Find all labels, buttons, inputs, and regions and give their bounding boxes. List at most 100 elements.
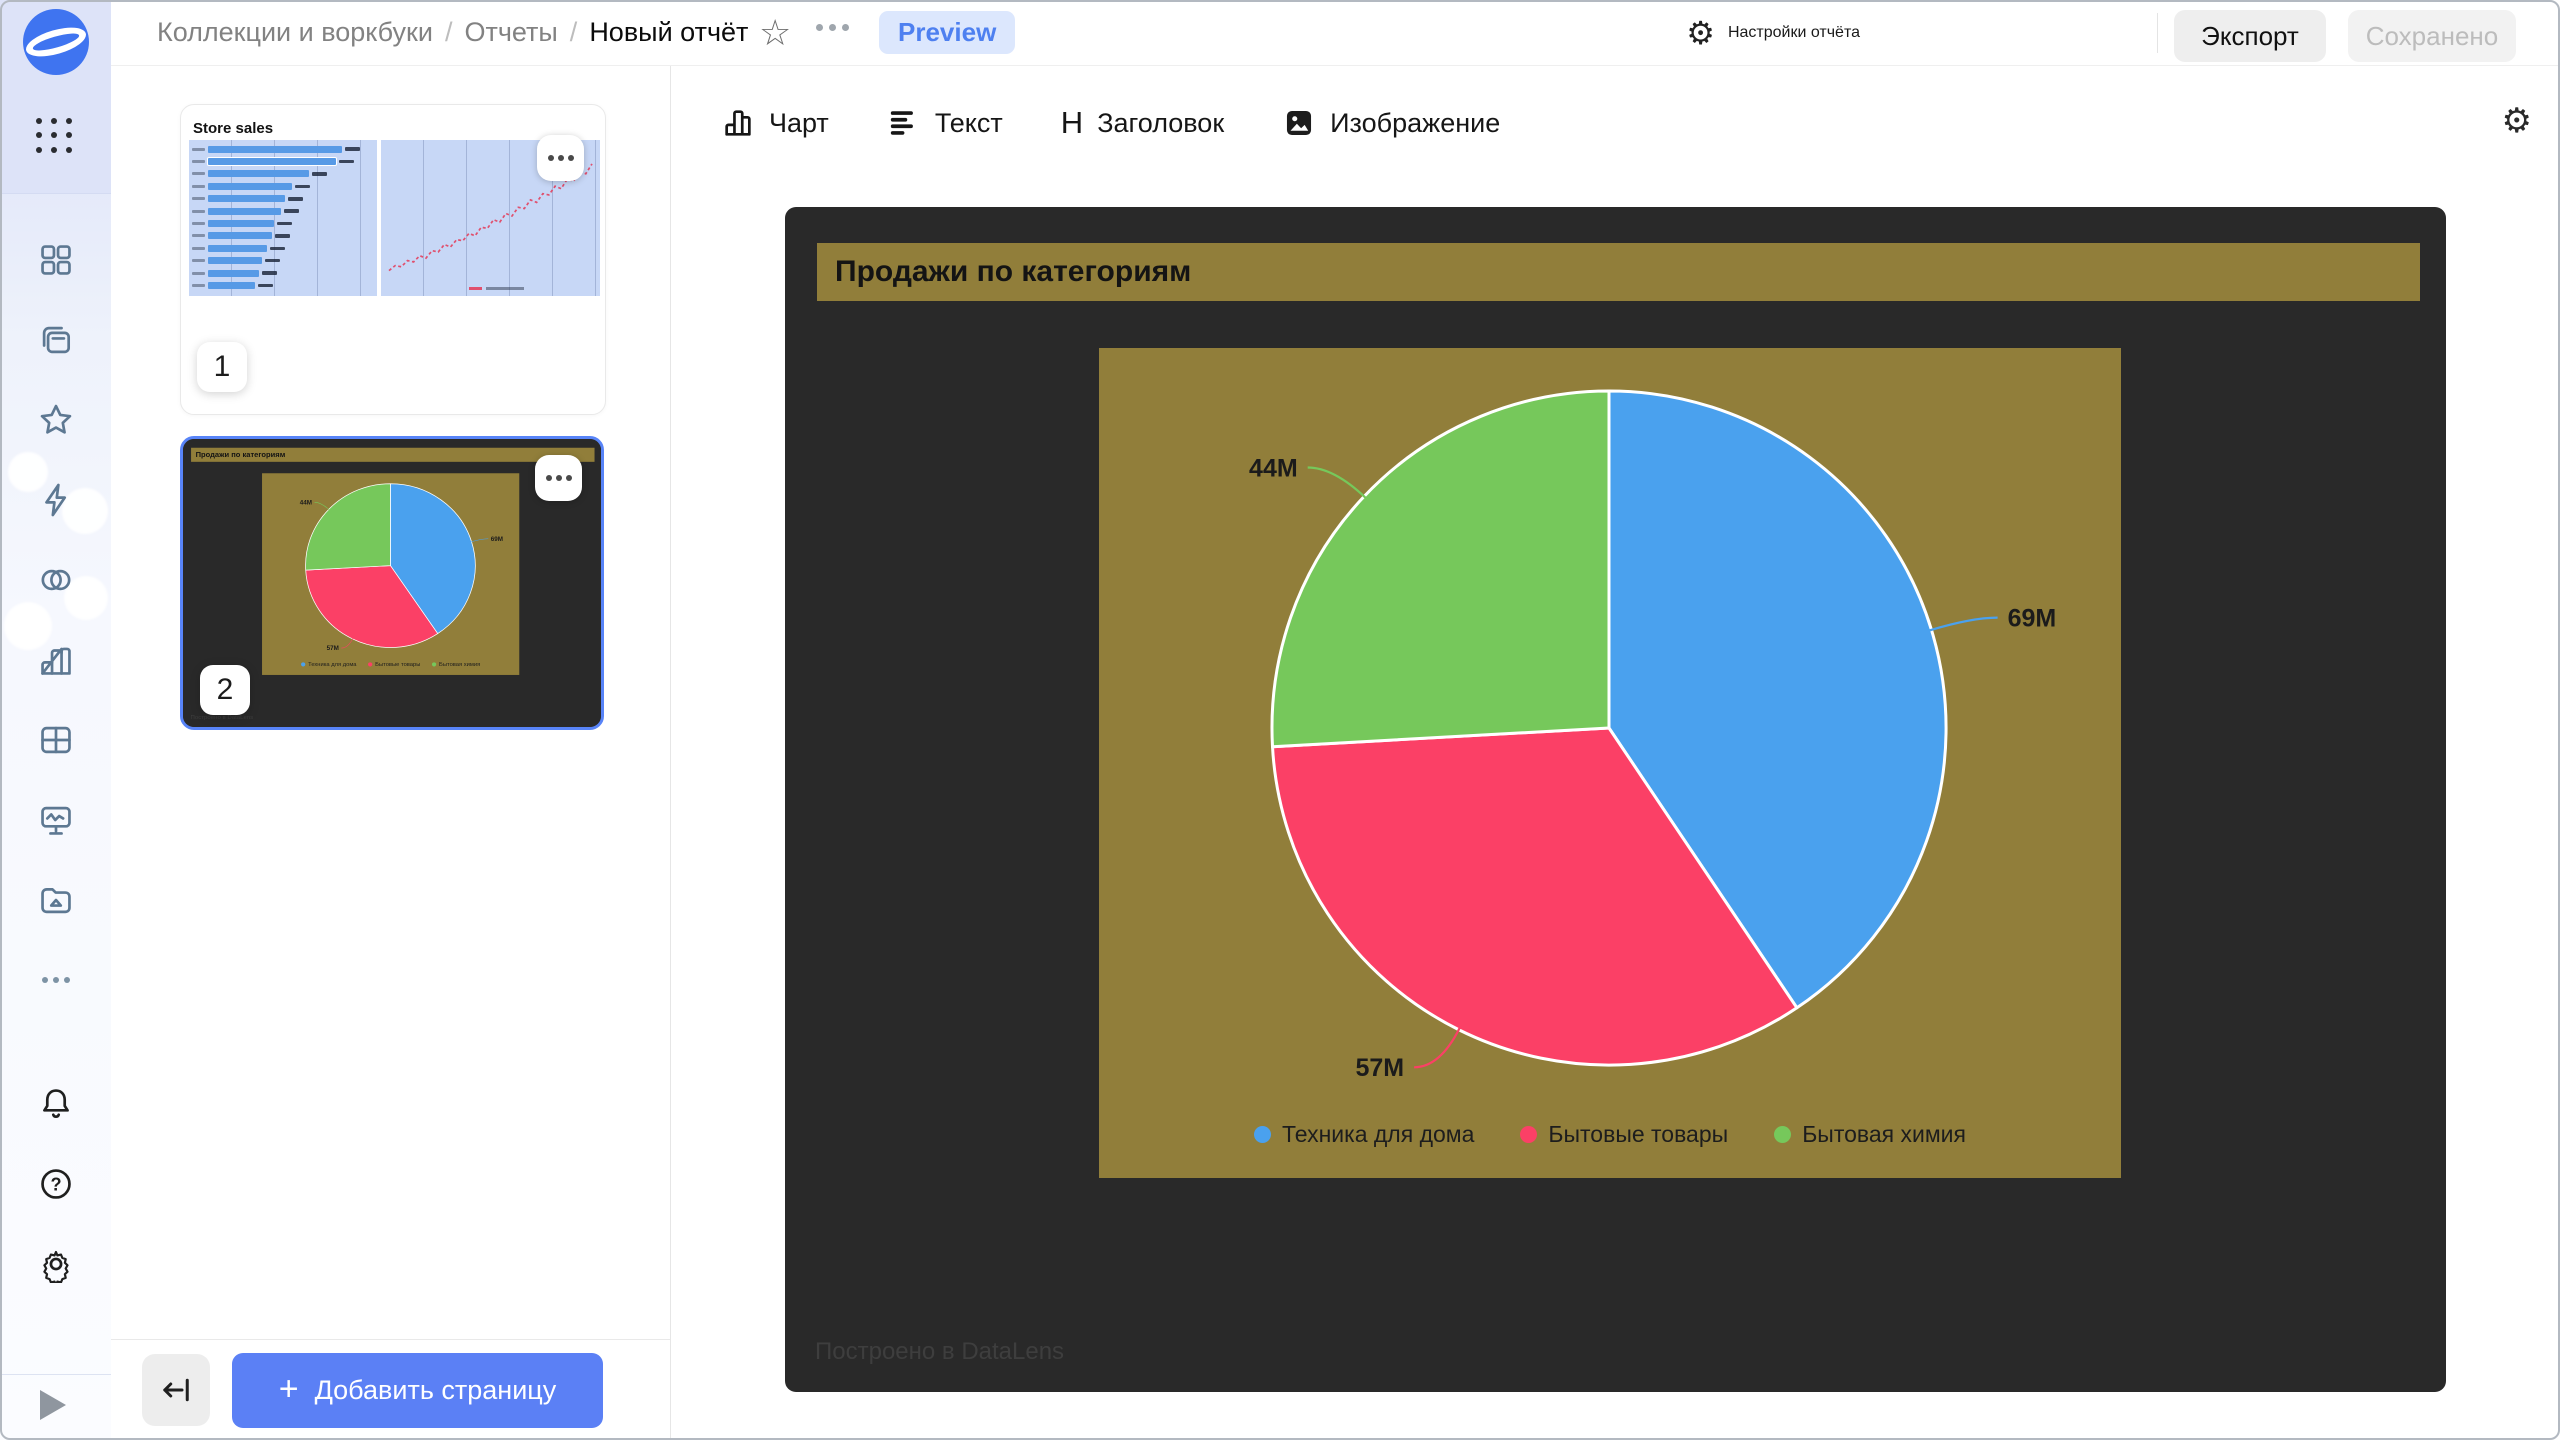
datalens-logo-icon[interactable] xyxy=(23,9,89,75)
legend-item[interactable]: Бытовые товары xyxy=(1520,1121,1728,1148)
preview-badge[interactable]: Preview xyxy=(879,11,1015,54)
mini-bar-row xyxy=(189,242,377,254)
legend-label: Бытовые товары xyxy=(1548,1121,1728,1148)
star-icon[interactable] xyxy=(37,401,75,439)
monitor-pulse-icon[interactable] xyxy=(37,801,75,839)
tool-label: Заголовок xyxy=(1097,108,1224,139)
page-number-badge: 1 xyxy=(197,342,247,392)
breadcrumb-collections[interactable]: Коллекции и воркбуки xyxy=(157,17,433,48)
mini-bar-row xyxy=(189,143,377,155)
apps-grid-icon[interactable] xyxy=(36,118,76,156)
page-2-thumbnail-selected[interactable]: Продажи по категориям 69M57M44M Техника … xyxy=(180,436,604,730)
title-widget[interactable]: Продажи по категориям xyxy=(817,243,2420,301)
tool-label: Текст xyxy=(935,108,1003,139)
image-icon xyxy=(1282,106,1316,140)
app-sidebar: ? xyxy=(0,0,111,1440)
squares-icon[interactable] xyxy=(37,241,75,279)
more-dots-icon[interactable] xyxy=(37,961,75,999)
breadcrumb-reports[interactable]: Отчеты xyxy=(464,17,557,48)
legend-dot xyxy=(1520,1126,1537,1143)
mini-bar-row xyxy=(189,255,377,267)
export-button[interactable]: Экспорт xyxy=(2174,10,2326,62)
legend-dot xyxy=(1254,1126,1271,1143)
pie-label-connector xyxy=(1308,468,1366,498)
mini-bar-row xyxy=(189,168,377,180)
pages-panel: Store sales 1 Продажи по категориям 69M5… xyxy=(111,65,671,1440)
insert-image-button[interactable]: Изображение xyxy=(1282,106,1500,140)
pages-panel-footer: + Добавить страницу xyxy=(111,1339,670,1441)
page-menu-button[interactable] xyxy=(535,455,582,501)
mini-bar-row xyxy=(189,180,377,192)
pie-value-label: 44M xyxy=(1249,454,1298,482)
mini-bar-row xyxy=(189,193,377,205)
page-number-badge: 2 xyxy=(200,665,250,715)
pie-chart-widget[interactable]: 69M 57M 44M Техника для дома Бытовые товары… xyxy=(1099,348,2121,1178)
pie-value-label: 69M xyxy=(2008,604,2057,632)
collections-copy-icon[interactable] xyxy=(37,321,75,359)
mini-bar-row xyxy=(189,205,377,217)
settings-gear-icon: ⚙ xyxy=(1686,15,1715,51)
collapse-panel-button[interactable] xyxy=(142,1354,210,1426)
play-expand-icon[interactable] xyxy=(40,1390,66,1420)
main-area: Чарт Текст H Заголовок Изображение ⚙ Про… xyxy=(670,65,2560,1440)
svg-text:57M: 57M xyxy=(327,645,339,652)
report-settings-button[interactable]: ⚙ Настройки отчёта xyxy=(1686,0,1860,65)
chart-legend: Техника для дома Бытовые товары Бытовая хи… xyxy=(1099,1121,2121,1148)
saved-button[interactable]: Сохранено xyxy=(2348,10,2516,62)
plus-icon: + xyxy=(279,1372,299,1406)
legend-item[interactable]: Техника для дома xyxy=(1254,1121,1474,1148)
chart-icon xyxy=(721,106,755,140)
breadcrumb: Коллекции и воркбуки / Отчеты / Новый от… xyxy=(157,0,748,65)
add-page-button[interactable]: + Добавить страницу xyxy=(232,1353,603,1428)
mini-bar-row xyxy=(189,217,377,229)
settings-label: Настройки отчёта xyxy=(1728,24,1860,42)
tool-label: Изображение xyxy=(1330,108,1500,139)
breadcrumb-current-report: Новый отчёт xyxy=(589,17,748,48)
pie-value-label: 57M xyxy=(1355,1054,1404,1082)
breadcrumb-separator: / xyxy=(570,17,578,48)
legend-label: Бытовая химия xyxy=(1802,1121,1966,1148)
breadcrumb-separator: / xyxy=(445,17,453,48)
mini-bar-row xyxy=(189,230,377,242)
legend-item[interactable]: Бытовая химия xyxy=(1774,1121,1966,1148)
page-1-thumbnail[interactable]: Store sales 1 xyxy=(180,104,606,415)
mini-legend xyxy=(469,287,524,291)
add-page-label: Добавить страницу xyxy=(315,1375,557,1406)
favorite-star-icon[interactable]: ☆ xyxy=(759,10,791,56)
datalens-watermark: Построено в DataLens xyxy=(815,1338,1064,1366)
more-actions-icon[interactable] xyxy=(816,24,849,31)
question-icon[interactable]: ? xyxy=(37,1165,75,1203)
sidebar-divider xyxy=(0,1374,111,1375)
lightning-icon[interactable] xyxy=(37,481,75,519)
svg-text:?: ? xyxy=(50,1175,61,1195)
insert-chart-button[interactable]: Чарт xyxy=(721,106,829,140)
insert-heading-button[interactable]: H Заголовок xyxy=(1061,106,1224,140)
topbar-divider xyxy=(2157,13,2158,53)
venn-circles-icon[interactable] xyxy=(37,561,75,599)
canvas-settings-gear-icon[interactable]: ⚙ xyxy=(2502,101,2532,141)
gear-icon[interactable] xyxy=(37,1245,75,1283)
mini-chart-title: Store sales xyxy=(193,120,273,137)
folder-image-icon[interactable] xyxy=(37,881,75,919)
mini-bar-row xyxy=(189,267,377,279)
pie-label-connector xyxy=(1414,1028,1460,1067)
legend-label: Техника для дома xyxy=(1282,1121,1474,1148)
bar-chart-icon[interactable] xyxy=(37,641,75,679)
pie-label-connector xyxy=(1930,618,1998,631)
page-menu-button[interactable] xyxy=(537,135,584,181)
mini-bar-row xyxy=(189,279,377,291)
svg-text:69M: 69M xyxy=(491,536,503,543)
insert-text-button[interactable]: Текст xyxy=(887,106,1003,140)
pie-slice[interactable] xyxy=(1272,391,1609,747)
table-grid-icon[interactable] xyxy=(37,721,75,759)
mini-bar-chart xyxy=(189,140,377,296)
text-lines-icon xyxy=(887,106,921,140)
collapse-left-icon xyxy=(158,1372,194,1408)
heading-h-icon: H xyxy=(1061,106,1083,140)
topbar: Коллекции и воркбуки / Отчеты / Новый от… xyxy=(111,0,2560,66)
pie-chart-svg: 69M 57M 44M xyxy=(1099,348,2121,1178)
bell-icon[interactable] xyxy=(37,1085,75,1123)
tool-label: Чарт xyxy=(769,108,829,139)
svg-text:44M: 44M xyxy=(300,500,312,507)
mini-bar-row xyxy=(189,155,377,167)
